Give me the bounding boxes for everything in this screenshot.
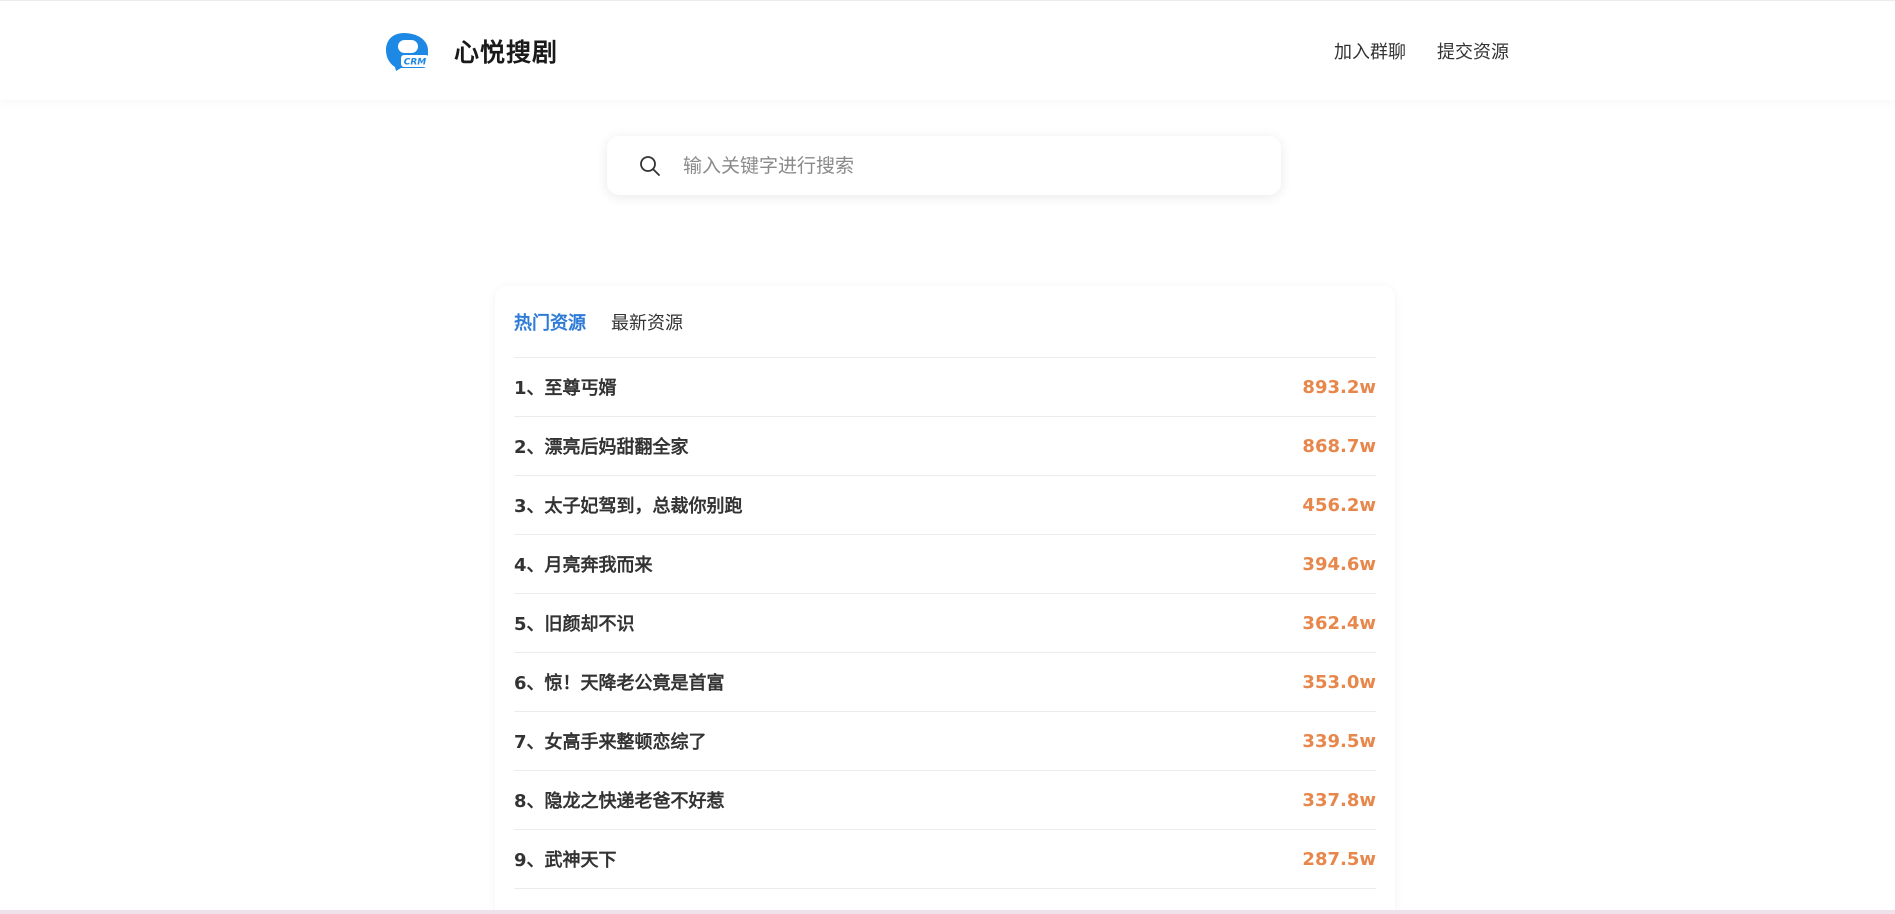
- search-box: [607, 136, 1281, 195]
- item-title: 2、漂亮后妈甜翻全家: [514, 437, 689, 458]
- bottom-strip: [0, 910, 1895, 914]
- tab-hot-resources[interactable]: 热门资源: [514, 309, 586, 335]
- item-title: 4、月亮奔我而来: [514, 555, 653, 576]
- list-item[interactable]: 2、漂亮后妈甜翻全家 868.7w: [514, 417, 1376, 476]
- submit-resource-link[interactable]: 提交资源: [1437, 38, 1509, 64]
- item-title: 9、武神天下: [514, 850, 617, 871]
- list-item[interactable]: 6、惊！天降老公竟是首富 353.0w: [514, 653, 1376, 712]
- site-name: 心悦搜剧: [454, 38, 559, 67]
- item-title: 3、太子妃驾到，总裁你别跑: [514, 496, 743, 517]
- list-item[interactable]: 7、女高手来整顿恋综了 339.5w: [514, 712, 1376, 771]
- item-count: 339.5w: [1302, 730, 1376, 752]
- item-count: 456.2w: [1302, 494, 1376, 516]
- item-count: 893.2w: [1302, 376, 1376, 398]
- list-item[interactable]: 1、至尊丐婿 893.2w: [514, 358, 1376, 417]
- item-count: 868.7w: [1302, 435, 1376, 457]
- item-title: 6、惊！天降老公竟是首富: [514, 673, 725, 694]
- header-inner: CRM 心悦搜剧 加入群聊 提交资源: [384, 1, 1509, 101]
- item-title: 1、至尊丐婿: [514, 378, 617, 399]
- search-input[interactable]: [683, 154, 1243, 177]
- item-count: 337.8w: [1302, 789, 1376, 811]
- list-item[interactable]: 8、隐龙之快递老爸不好惹 337.8w: [514, 771, 1376, 830]
- item-count: 394.6w: [1302, 553, 1376, 575]
- search-icon[interactable]: [639, 155, 661, 177]
- list-item[interactable]: 9、武神天下 287.5w: [514, 830, 1376, 889]
- top-nav: 加入群聊 提交资源: [1303, 38, 1509, 64]
- resource-panel: 热门资源 最新资源 1、至尊丐婿 893.2w 2、漂亮后妈甜翻全家 868.7…: [495, 286, 1395, 914]
- brand[interactable]: CRM 心悦搜剧: [384, 31, 558, 71]
- header: CRM 心悦搜剧 加入群聊 提交资源: [0, 0, 1895, 100]
- item-title: 7、女高手来整顿恋综了: [514, 732, 707, 753]
- item-title: 5、旧颜却不识: [514, 614, 635, 635]
- crm-logo-icon: CRM: [384, 31, 430, 71]
- tab-latest-resources[interactable]: 最新资源: [611, 309, 683, 335]
- item-count: 353.0w: [1302, 671, 1376, 693]
- logo-text: CRM: [404, 58, 427, 68]
- list-item[interactable]: 5、旧颜却不识 362.4w: [514, 594, 1376, 653]
- resource-list: 1、至尊丐婿 893.2w 2、漂亮后妈甜翻全家 868.7w 3、太子妃驾到，…: [514, 358, 1376, 889]
- item-count: 362.4w: [1302, 612, 1376, 634]
- item-count: 287.5w: [1302, 848, 1376, 870]
- resource-tabs: 热门资源 最新资源: [514, 286, 1376, 358]
- item-title: 8、隐龙之快递老爸不好惹: [514, 791, 725, 812]
- list-item[interactable]: 4、月亮奔我而来 394.6w: [514, 535, 1376, 594]
- list-item[interactable]: 3、太子妃驾到，总裁你别跑 456.2w: [514, 476, 1376, 535]
- join-group-link[interactable]: 加入群聊: [1334, 38, 1406, 64]
